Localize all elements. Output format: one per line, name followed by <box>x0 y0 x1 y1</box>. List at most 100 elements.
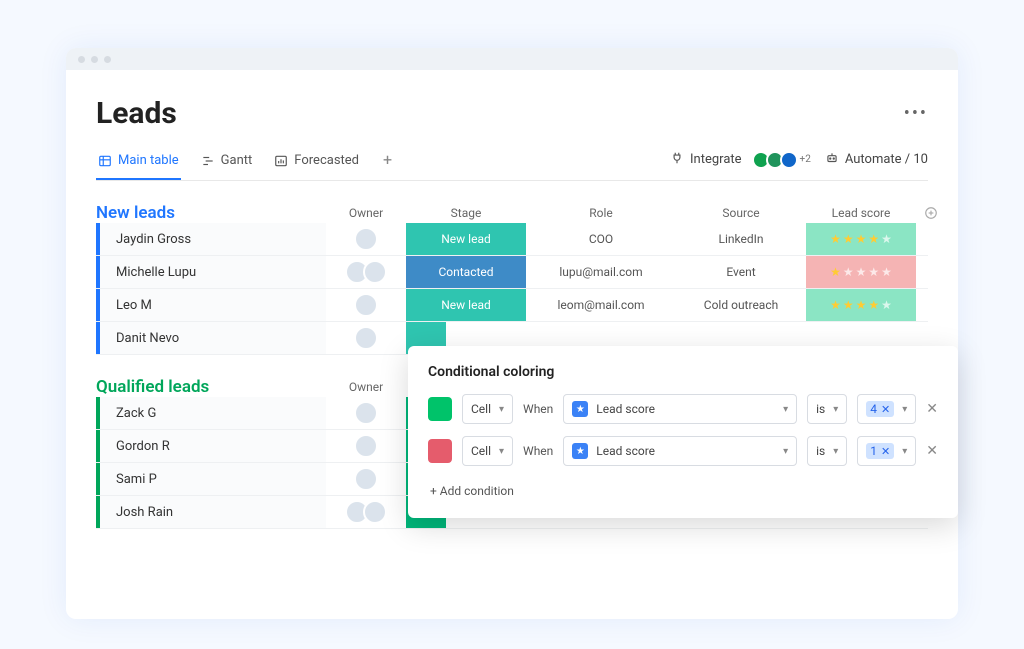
table-row[interactable]: Michelle Lupu Contacted lupu@mail.com Ev… <box>96 256 928 289</box>
when-label: When <box>523 402 553 416</box>
conditional-coloring-panel: Conditional coloring Cell▾ When ★Lead sc… <box>408 346 958 518</box>
add-column-button[interactable] <box>916 206 946 220</box>
window-dot <box>91 56 98 63</box>
role-cell[interactable]: leom@mail.com <box>526 298 676 312</box>
stage-cell[interactable]: Contacted <box>406 256 526 288</box>
avatar <box>363 500 387 524</box>
operator-select[interactable]: is▾ <box>807 394 847 424</box>
scope-select[interactable]: Cell▾ <box>462 436 513 466</box>
plug-icon <box>670 151 684 169</box>
lead-name[interactable]: Sami P <box>96 463 326 495</box>
tab-label: Main table <box>118 153 179 168</box>
owner-cell[interactable] <box>326 434 406 458</box>
table-row[interactable]: Leo M New lead leom@mail.com Cold outrea… <box>96 289 928 322</box>
group-new-leads: New leads Owner Stage Role Source Lead s… <box>96 203 928 355</box>
role-cell[interactable]: COO <box>526 232 676 246</box>
star-icon: ★ <box>881 265 892 279</box>
tab-forecasted[interactable]: Forecasted <box>272 147 361 180</box>
tab-main-table[interactable]: Main table <box>96 147 181 180</box>
source-cell[interactable]: LinkedIn <box>676 232 806 246</box>
group-title[interactable]: Qualified leads <box>96 377 326 397</box>
star-icon: ★ <box>843 265 854 279</box>
source-cell[interactable]: Event <box>676 265 806 279</box>
window-dot <box>78 56 85 63</box>
col-stage[interactable]: Stage <box>406 206 526 220</box>
field-select[interactable]: ★Lead score▾ <box>563 436 797 466</box>
stage-cell[interactable]: New lead <box>406 289 526 321</box>
remove-icon[interactable]: ✕ <box>881 403 890 416</box>
lead-name[interactable]: Gordon R <box>96 430 326 462</box>
star-icon: ★ <box>830 265 841 279</box>
integrate-button[interactable]: Integrate <box>670 151 742 169</box>
star-icon: ★ <box>843 232 854 246</box>
lead-name[interactable]: Zack G <box>96 397 326 429</box>
value-select[interactable]: 4✕ ▾ <box>857 394 916 424</box>
automate-label: Automate / 10 <box>845 152 928 167</box>
color-swatch[interactable] <box>428 439 452 463</box>
chevron-down-icon: ▾ <box>902 404 907 415</box>
source-cell[interactable]: Cold outreach <box>676 298 806 312</box>
panel-title: Conditional coloring <box>428 364 938 380</box>
owner-cell[interactable] <box>326 227 406 251</box>
owner-cell[interactable] <box>326 260 406 284</box>
star-icon: ★ <box>868 232 879 246</box>
lead-name[interactable]: Danit Nevo <box>96 322 326 354</box>
delete-condition-button[interactable]: ✕ <box>926 443 938 459</box>
table-row[interactable]: Jaydin Gross New lead COO LinkedIn ★★★★★ <box>96 223 928 256</box>
lead-score-cell[interactable]: ★★★★★ <box>806 223 916 255</box>
condition-row: Cell▾ When ★Lead score▾ is▾ 4✕ ▾ ✕ <box>428 394 938 424</box>
integration-apps[interactable]: +2 <box>756 151 811 169</box>
col-role[interactable]: Role <box>526 206 676 220</box>
tabs-row: Main table Gantt Forecasted + <box>96 147 928 181</box>
lead-name[interactable]: Jaydin Gross <box>96 223 326 255</box>
avatar <box>363 260 387 284</box>
owner-cell[interactable] <box>326 467 406 491</box>
stage-cell[interactable]: New lead <box>406 223 526 255</box>
star-icon: ★ <box>572 443 588 459</box>
scope-select[interactable]: Cell▾ <box>462 394 513 424</box>
field-select[interactable]: ★Lead score▾ <box>563 394 797 424</box>
col-score[interactable]: Lead score <box>806 206 916 220</box>
star-icon: ★ <box>856 298 867 312</box>
col-owner[interactable]: Owner <box>326 380 406 394</box>
add-tab-button[interactable]: + <box>379 150 396 177</box>
tab-gantt[interactable]: Gantt <box>199 147 255 180</box>
chevron-down-icon: ▾ <box>783 446 788 457</box>
remove-icon[interactable]: ✕ <box>881 445 890 458</box>
lead-score-cell[interactable]: ★★★★★ <box>806 256 916 288</box>
value-chip[interactable]: 4✕ <box>866 401 894 417</box>
automate-button[interactable]: Automate / 10 <box>825 151 928 169</box>
window-dot <box>104 56 111 63</box>
star-icon: ★ <box>830 232 841 246</box>
avatar <box>354 434 378 458</box>
value-select[interactable]: 1✕▾ <box>857 436 916 466</box>
owner-cell[interactable] <box>326 293 406 317</box>
more-icon[interactable]: ••• <box>904 103 928 124</box>
table-icon <box>98 154 112 168</box>
window-chrome <box>66 48 958 70</box>
lead-name[interactable]: Leo M <box>96 289 326 321</box>
add-condition-button[interactable]: + Add condition <box>428 478 938 504</box>
star-icon: ★ <box>868 298 879 312</box>
when-label: When <box>523 444 553 458</box>
color-swatch[interactable] <box>428 397 452 421</box>
chevron-down-icon: ▾ <box>833 446 838 457</box>
operator-select[interactable]: is▾ <box>807 436 847 466</box>
star-icon: ★ <box>843 298 854 312</box>
col-owner[interactable]: Owner <box>326 206 406 220</box>
owner-cell[interactable] <box>326 500 406 524</box>
lead-name[interactable]: Michelle Lupu <box>96 256 326 288</box>
condition-row: Cell▾ When ★Lead score▾ is▾ 1✕▾ ✕ <box>428 436 938 466</box>
owner-cell[interactable] <box>326 401 406 425</box>
owner-cell[interactable] <box>326 326 406 350</box>
role-cell[interactable]: lupu@mail.com <box>526 265 676 279</box>
value-chip[interactable]: 1✕ <box>866 443 894 459</box>
lead-score-cell[interactable]: ★★★★★ <box>806 289 916 321</box>
group-title[interactable]: New leads <box>96 203 326 223</box>
col-source[interactable]: Source <box>676 206 806 220</box>
lead-name[interactable]: Josh Rain <box>96 496 326 528</box>
avatar <box>354 326 378 350</box>
app-icon <box>780 151 798 169</box>
delete-condition-button[interactable]: ✕ <box>926 401 938 417</box>
avatar <box>354 467 378 491</box>
